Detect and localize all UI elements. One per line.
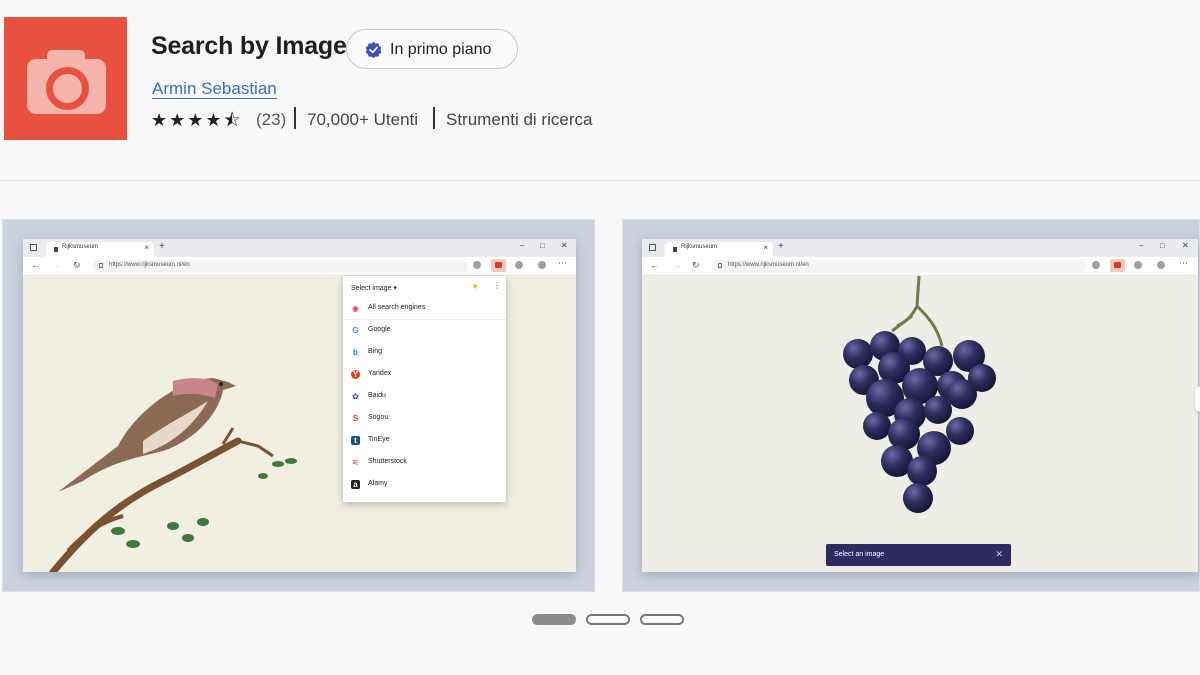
meta-divider: [433, 107, 435, 129]
browser-window: Rijksmuseum × + – □ ✕ ← → ↻ https://www.…: [642, 239, 1198, 572]
tineye-icon: t: [351, 436, 360, 445]
url-text: https://www.rijksmuseum.nl/en: [109, 262, 190, 268]
baidu-icon: ✿: [352, 392, 359, 401]
settings-icon: [1134, 261, 1142, 269]
extension-title: Search by Image: [151, 32, 347, 60]
close-window-icon: ✕: [1182, 241, 1189, 250]
new-tab-icon: +: [159, 241, 165, 252]
screenshot-2[interactable]: Rijksmuseum × + – □ ✕ ← → ↻ https://www.…: [622, 219, 1200, 592]
author-link[interactable]: Armin Sebastian: [152, 79, 277, 99]
tab-actions-icon: [649, 244, 656, 251]
select-image-dropdown[interactable]: Select image ▾: [351, 284, 397, 292]
carousel-dot-3[interactable]: [640, 614, 684, 625]
reload-icon: ↻: [73, 260, 81, 270]
close-tab-icon: ×: [763, 243, 768, 252]
menu-item-all-search-engines[interactable]: ◉ All search engines: [343, 298, 506, 320]
minimize-icon: –: [520, 241, 525, 250]
url-text: https://www.rijksmuseum.nl/en: [728, 262, 809, 268]
rating-count[interactable]: (23): [256, 110, 286, 130]
grapes-illustration: [843, 275, 996, 513]
search-by-image-toolbar-icon: [491, 259, 506, 272]
search-engine-menu: Select image ▾ ♥ ⋮ ◉ All search engines …: [343, 276, 506, 502]
favicon-icon: [54, 247, 58, 252]
extension-puzzle-icon: [473, 261, 481, 269]
url-field: https://www.rijksmuseum.nl/en: [712, 260, 1087, 272]
sogou-icon: S: [352, 414, 359, 423]
camera-lens: [46, 67, 89, 110]
address-bar: ← → ↻ https://www.rijksmuseum.nl/en ⋯: [642, 257, 1198, 276]
heart-icon[interactable]: ♥: [473, 282, 478, 291]
grapes-artwork: [642, 275, 1198, 572]
menu-item-yandex[interactable]: Y Yandex: [343, 364, 506, 386]
tab-actions-icon: [30, 244, 37, 251]
menu-item-tineye[interactable]: t TinEye: [343, 430, 506, 452]
toast-text: Select an image: [834, 551, 885, 558]
tab-title: Rijksmuseum: [681, 244, 718, 250]
profile-icon: [1157, 261, 1165, 269]
back-icon: ←: [31, 260, 40, 270]
maximize-icon: □: [1160, 241, 1165, 250]
toast-close-icon[interactable]: ✕: [995, 549, 1003, 560]
search-by-image-toolbar-icon: [1110, 259, 1125, 272]
carousel-next-button[interactable]: [1195, 386, 1200, 412]
more-options-icon[interactable]: ⋮: [493, 281, 501, 290]
close-tab-icon: ×: [144, 243, 149, 252]
address-bar: ← → ↻ https://www.rijksmuseum.nl/en ⋯: [23, 257, 576, 276]
yandex-icon: Y: [351, 370, 360, 379]
google-icon: G: [352, 326, 359, 335]
favicon-icon: [673, 247, 677, 252]
browser-tab: Rijksmuseum ×: [46, 242, 154, 257]
meta-divider: [294, 107, 296, 129]
back-icon: ←: [650, 260, 659, 270]
tab-title: Rijksmuseum: [62, 244, 99, 250]
bing-icon: b: [353, 348, 358, 357]
settings-icon: [515, 261, 523, 269]
lock-icon: [718, 263, 722, 268]
maximize-icon: □: [540, 241, 545, 250]
forward-icon: →: [672, 260, 681, 270]
section-divider: [0, 180, 1200, 181]
reload-icon: ↻: [692, 260, 700, 270]
verified-icon: [365, 41, 382, 58]
menu-item-shutterstock[interactable]: ⚟ Shutterstock: [343, 452, 506, 474]
tab-strip: Rijksmuseum × + – □ ✕: [23, 239, 576, 257]
close-window-icon: ✕: [561, 241, 568, 250]
forward-icon: →: [53, 260, 62, 270]
select-image-toast: Select an image ✕: [826, 544, 1011, 566]
url-field: https://www.rijksmuseum.nl/en: [93, 260, 468, 272]
profile-icon: [538, 261, 546, 269]
rating-stars: ★★★★⯪: [151, 110, 243, 130]
carousel-dot-1[interactable]: [532, 614, 576, 625]
featured-label: In primo piano: [390, 41, 492, 58]
screenshot-1[interactable]: Rijksmuseum × + – □ ✕ ← → ↻ https://www.…: [2, 219, 595, 592]
menu-icon: ⋯: [558, 258, 567, 268]
tab-strip: Rijksmuseum × + – □ ✕: [642, 239, 1198, 257]
lock-icon: [99, 263, 103, 268]
extension-icon: [4, 17, 127, 140]
browser-tab: Rijksmuseum ×: [665, 242, 773, 257]
featured-badge[interactable]: In primo piano: [346, 29, 518, 69]
alamy-icon: a: [351, 480, 360, 489]
shutterstock-icon: ⚟: [351, 458, 360, 467]
carousel-dot-2[interactable]: [586, 614, 630, 625]
menu-item-baidu[interactable]: ✿ Baidu: [343, 386, 506, 408]
category-link[interactable]: Strumenti di ricerca: [446, 110, 592, 130]
menu-item-google[interactable]: G Google: [343, 320, 506, 342]
globe-icon: ◉: [352, 304, 359, 313]
menu-icon: ⋯: [1179, 258, 1188, 268]
menu-item-sogou[interactable]: S Sogou: [343, 408, 506, 430]
menu-item-bing[interactable]: b Bing: [343, 342, 506, 364]
browser-window: Rijksmuseum × + – □ ✕ ← → ↻ https://www.…: [23, 239, 576, 572]
user-count: 70,000+ Utenti: [307, 110, 419, 129]
menu-item-alamy[interactable]: a Alamy: [343, 474, 506, 496]
extension-puzzle-icon: [1092, 261, 1100, 269]
new-tab-icon: +: [778, 241, 784, 252]
minimize-icon: –: [1139, 241, 1144, 250]
